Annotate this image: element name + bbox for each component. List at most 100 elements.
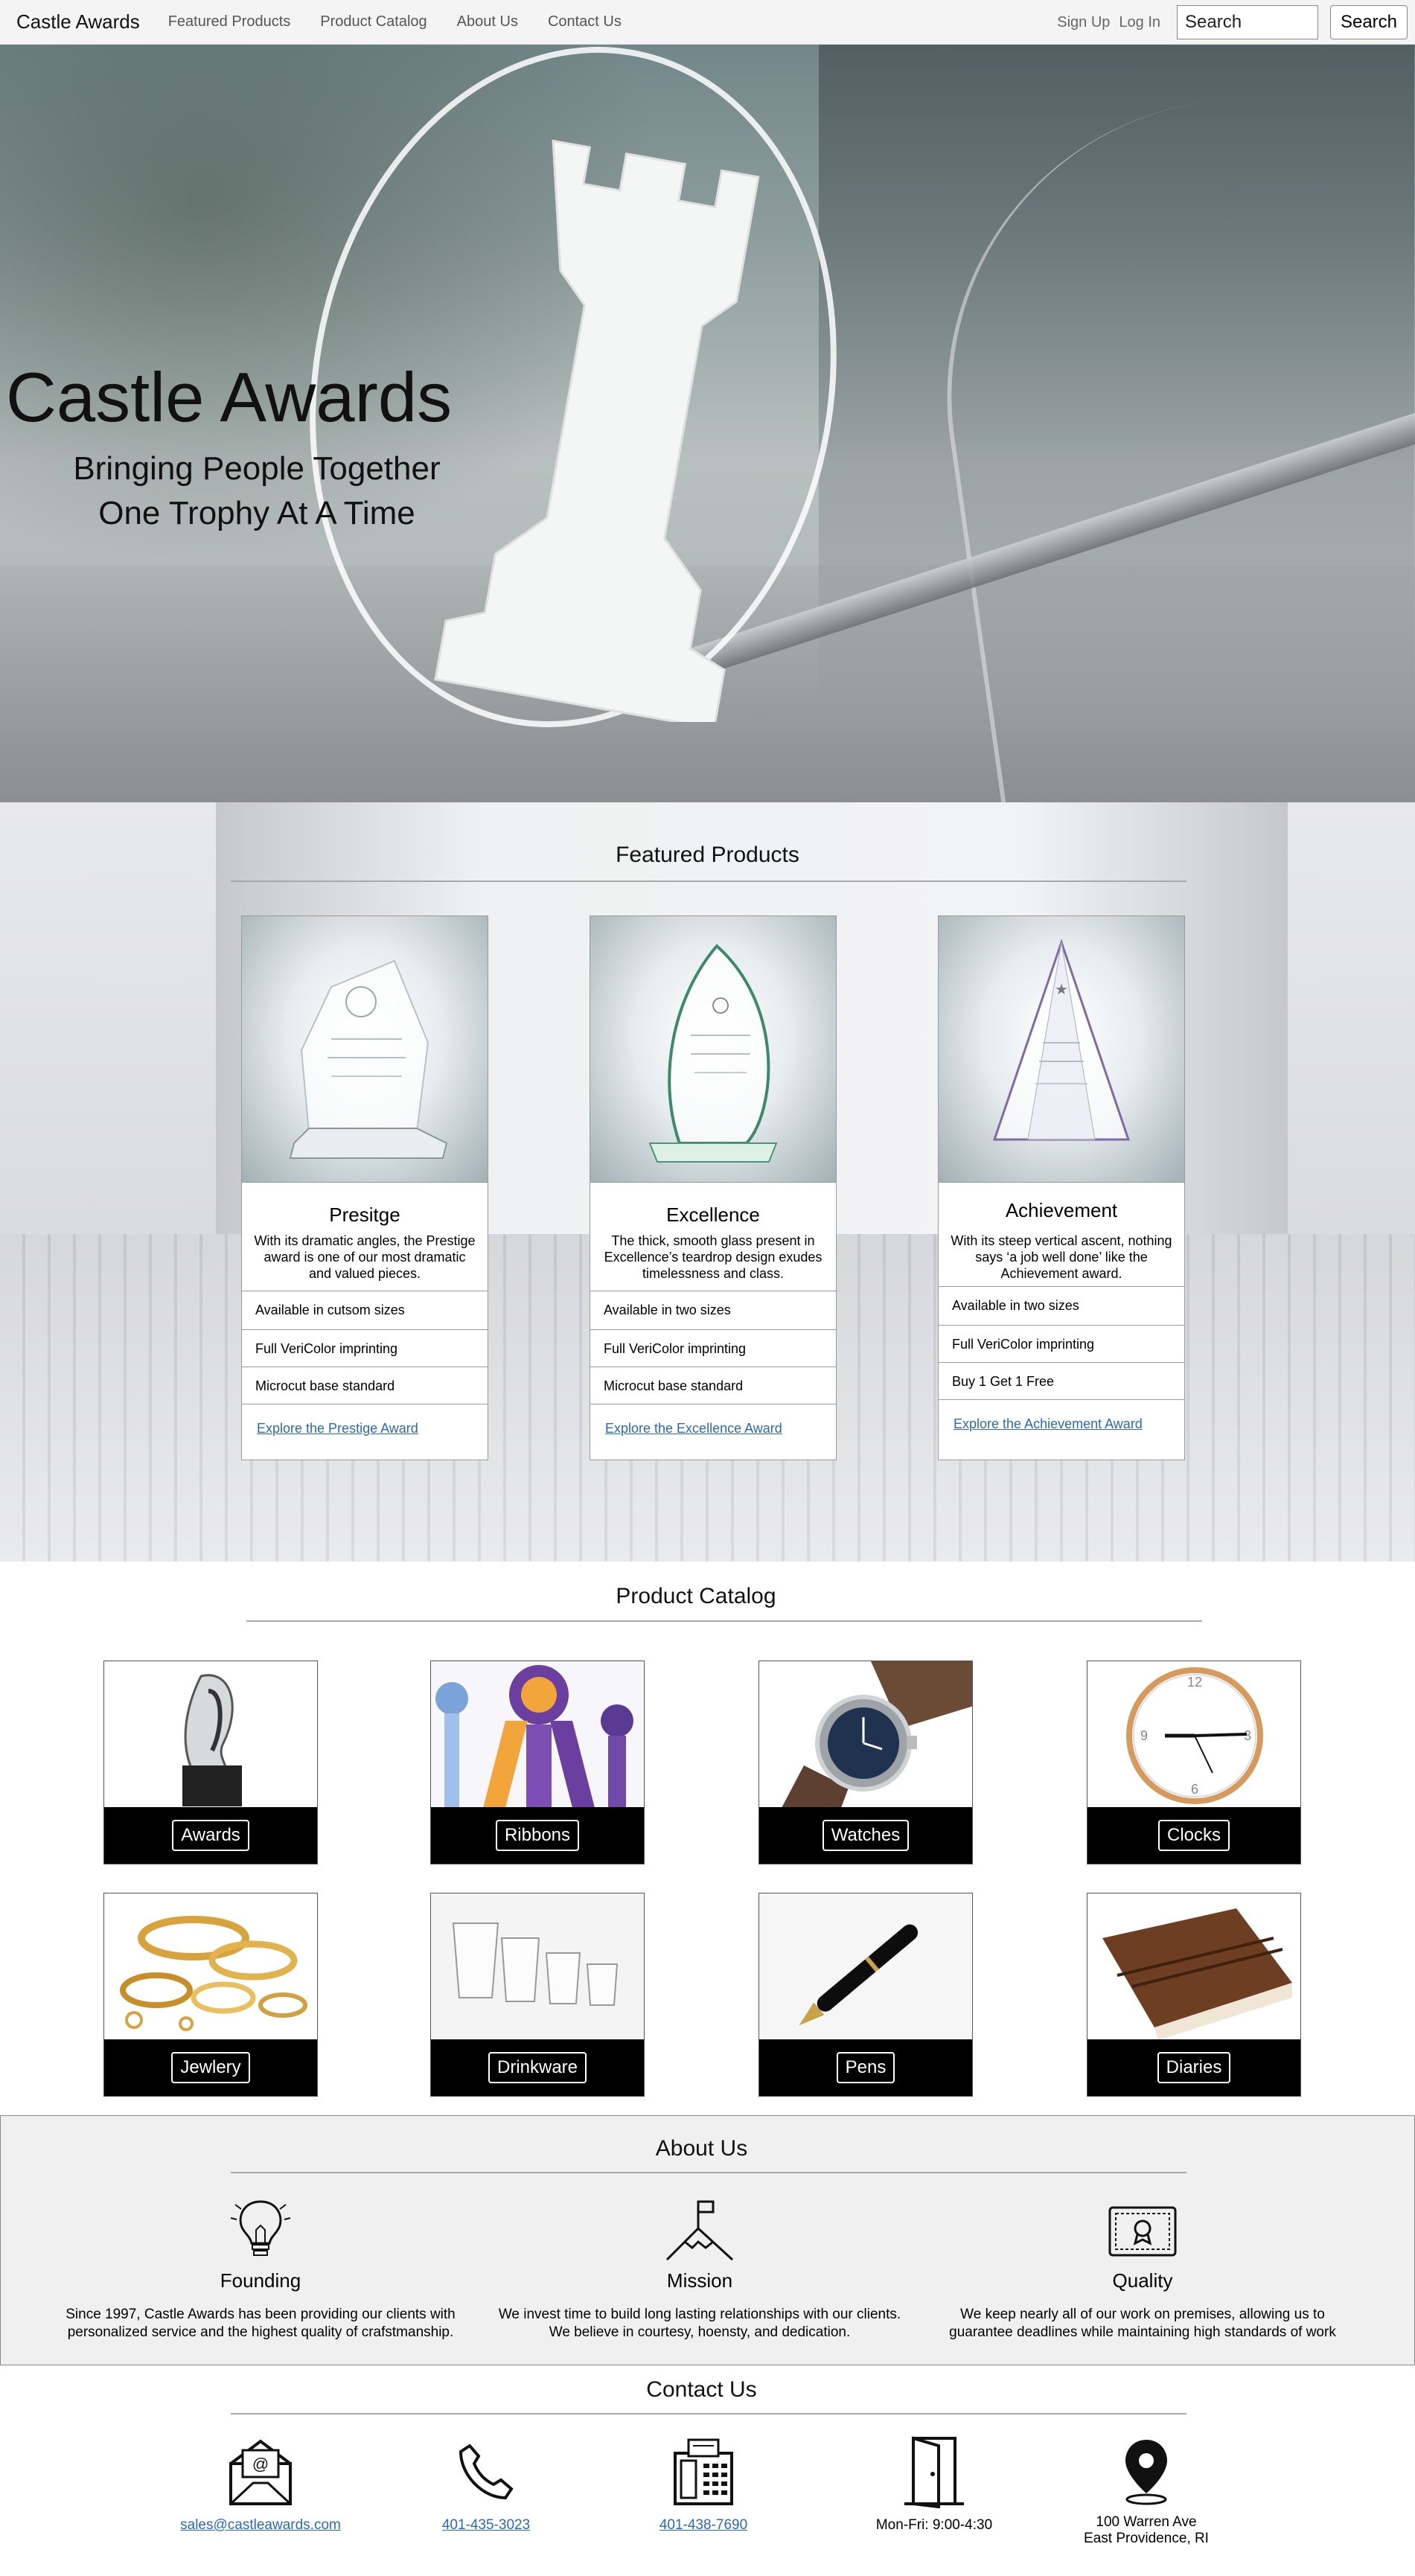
product-card-excellence: Excellence The thick, smooth glass prese… <box>590 915 837 1460</box>
address-line1: 100 Warren Ave <box>1096 2514 1197 2530</box>
about-title: Mission <box>666 2269 733 2292</box>
product-description: The thick, smooth glass present in Excel… <box>604 1233 823 1281</box>
svg-text:9: 9 <box>1140 1728 1148 1743</box>
catalog-bar: Diaries <box>1087 2039 1300 2096</box>
envelope-icon: @ <box>229 2439 292 2505</box>
product-feature: Full VeriColor imprinting <box>590 1329 836 1367</box>
nav-about-us[interactable]: About Us <box>457 13 518 31</box>
catalog-bar: Pens <box>759 2039 972 2096</box>
address-line2: East Providence, RI <box>1084 2531 1209 2546</box>
catalog-item-awards[interactable]: Awards <box>103 1661 318 1864</box>
about-text-line1: We keep nearly all of our work on premis… <box>960 2307 1325 2322</box>
drinkware-button[interactable]: Drinkware <box>488 2052 587 2083</box>
mountain-flag-icon <box>665 2200 734 2261</box>
about-text-line1: We invest time to build long lasting rel… <box>498 2307 901 2322</box>
ribbons-image <box>431 1661 644 1808</box>
achievement-trophy-icon: ★ <box>992 939 1131 1141</box>
svg-text:3: 3 <box>1244 1728 1251 1743</box>
excellence-award-image <box>590 916 836 1183</box>
contact-email: @ sales@castleawards.com <box>156 2434 365 2534</box>
clocks-image: 12 3 6 9 <box>1087 1661 1300 1808</box>
clocks-button[interactable]: Clocks <box>1157 1820 1230 1851</box>
product-feature: Full VeriColor imprinting <box>939 1325 1184 1362</box>
contact-divider <box>231 2413 1186 2414</box>
product-catalog-heading: Product Catalog <box>616 1584 776 1608</box>
contact-us-heading: Contact Us <box>646 2377 757 2402</box>
contact-address: 100 Warren Ave East Providence, RI <box>1050 2434 1243 2547</box>
product-feature: Microcut base standard <box>242 1367 488 1404</box>
hero-subtitle-line1: Bringing People Together <box>73 450 441 487</box>
svg-text:@: @ <box>252 2455 269 2473</box>
product-name: Achievement <box>1005 1199 1118 1221</box>
product-feature: Available in two sizes <box>939 1286 1184 1325</box>
catalog-item-clocks[interactable]: 12 3 6 9 Clocks <box>1087 1661 1301 1864</box>
business-hours: Mon-Fri: 9:00-4:30 <box>875 2517 993 2533</box>
explore-excellence-link[interactable]: Explore the Excellence Award <box>590 1404 836 1454</box>
fax-link[interactable]: 401-438-7690 <box>659 2517 747 2533</box>
contact-phone: 401-435-3023 <box>386 2434 587 2534</box>
awards-button[interactable]: Awards <box>172 1820 249 1851</box>
explore-prestige-link[interactable]: Explore the Prestige Award <box>242 1404 488 1454</box>
catalog-item-jewlery[interactable]: Jewlery <box>103 1893 318 2097</box>
explore-achievement-link[interactable]: Explore the Achievement Award <box>939 1399 1184 1450</box>
search-button[interactable]: Search <box>1330 5 1408 39</box>
featured-products-heading: Featured Products <box>616 843 799 867</box>
catalog-item-watches[interactable]: Watches <box>758 1661 973 1864</box>
svg-text:★: ★ <box>1055 982 1068 998</box>
diaries-button[interactable]: Diaries <box>1157 2052 1231 2083</box>
awards-image <box>104 1661 317 1808</box>
ribbon-rosettes-icon <box>431 1661 644 1807</box>
phone-link[interactable]: 401-435-3023 <box>442 2517 530 2533</box>
jewlery-button[interactable]: Jewlery <box>171 2052 250 2083</box>
catalog-bar: Drinkware <box>431 2039 644 2096</box>
catalog-bar: Ribbons <box>431 1807 644 1864</box>
catalog-item-pens[interactable]: Pens <box>758 1893 973 2097</box>
jewlery-image <box>104 1893 317 2040</box>
watches-button[interactable]: Watches <box>822 1820 910 1851</box>
email-link[interactable]: sales@castleawards.com <box>180 2517 341 2533</box>
sign-up-link[interactable]: Sign Up <box>1057 14 1110 31</box>
brand-logo-text[interactable]: Castle Awards <box>16 10 140 33</box>
nav-featured-products[interactable]: Featured Products <box>168 13 291 31</box>
diaries-image <box>1087 1893 1300 2040</box>
catalog-item-drinkware[interactable]: Drinkware <box>430 1893 645 2097</box>
fountain-pen-icon <box>799 1924 919 2026</box>
prestige-trophy-icon <box>289 959 448 1159</box>
svg-text:6: 6 <box>1191 1782 1198 1797</box>
leather-diary-icon <box>1102 1908 1292 2039</box>
certificate-icon <box>1108 2206 1177 2257</box>
about-mission: Mission We invest time to build long las… <box>484 2196 916 2342</box>
catalog-item-diaries[interactable]: Diaries <box>1087 1893 1301 2097</box>
product-description: With its dramatic angles, the Prestige a… <box>254 1233 476 1281</box>
catalog-item-ribbons[interactable]: Ribbons <box>430 1661 645 1864</box>
product-card-prestige: Presitge With its dramatic angles, the P… <box>241 915 488 1460</box>
search-input[interactable] <box>1177 5 1318 39</box>
pens-button[interactable]: Pens <box>836 2052 895 2083</box>
about-text-line1: Since 1997, Castle Awards has been provi… <box>66 2307 456 2322</box>
wall-clock-icon: 12 3 6 9 <box>1126 1667 1263 1804</box>
catalog-bar: Awards <box>104 1807 317 1864</box>
top-navbar: Castle Awards Featured Products Product … <box>0 0 1415 45</box>
about-title: Quality <box>1112 2269 1173 2292</box>
ribbons-button[interactable]: Ribbons <box>495 1820 580 1851</box>
phone-icon <box>459 2444 514 2500</box>
drinkware-image <box>431 1893 644 2040</box>
nav-contact-us[interactable]: Contact Us <box>548 13 622 31</box>
rook-decal-icon <box>434 139 760 722</box>
achievement-award-image: ★ <box>939 916 1184 1183</box>
hero-subtitle-line2: One Trophy At A Time <box>98 495 415 531</box>
open-door-icon <box>904 2436 964 2509</box>
log-in-link[interactable]: Log In <box>1119 14 1160 31</box>
about-text-line2: personalized service and the highest qua… <box>67 2324 454 2340</box>
about-text-line2: We believe in courtesy, hoensty, and ded… <box>549 2324 851 2340</box>
award-sculpture-icon <box>182 1674 242 1806</box>
featured-divider <box>231 880 1186 882</box>
excellence-trophy-icon <box>648 944 778 1163</box>
nav-product-catalog[interactable]: Product Catalog <box>320 13 427 31</box>
prestige-award-image <box>242 916 488 1183</box>
contact-fax: 401-438-7690 <box>603 2434 804 2534</box>
product-card-achievement: ★ Achievement With its steep vertical as… <box>938 915 1185 1460</box>
wristwatch-icon <box>782 1661 972 1807</box>
svg-text:12: 12 <box>1187 1675 1202 1690</box>
product-feature: Available in two sizes <box>590 1291 836 1329</box>
